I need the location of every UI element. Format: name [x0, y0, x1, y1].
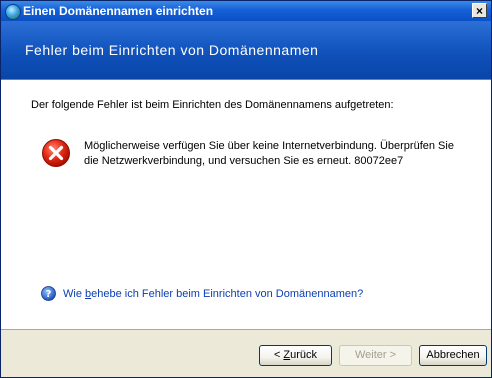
page-title: Fehler beim Einrichten von Domänennamen	[25, 42, 319, 58]
svg-text:?: ?	[46, 289, 52, 300]
intro-text: Der folgende Fehler ist beim Einrichten …	[31, 99, 394, 111]
setup-domain-dialog: Einen Domänennamen einrichten × Fehler b…	[0, 0, 492, 378]
content-area: Der folgende Fehler ist beim Einrichten …	[1, 80, 491, 329]
help-link[interactable]: Wie behebe ich Fehler beim Einrichten vo…	[63, 288, 363, 300]
help-link-rest: ehebe ich Fehler beim Einrichten von Dom…	[91, 288, 364, 300]
title-bar[interactable]: Einen Domänennamen einrichten ×	[1, 1, 491, 21]
window-title: Einen Domänennamen einrichten	[23, 4, 214, 18]
cancel-button[interactable]: Abbrechen	[419, 345, 487, 366]
button-bar: < Zurück Weiter > Abbrechen	[1, 329, 491, 377]
help-link-prefix: Wie	[63, 288, 85, 300]
error-message: Möglicherweise verfügen Sie über keine I…	[84, 140, 454, 167]
next-button[interactable]: Weiter >	[339, 345, 412, 366]
help-icon[interactable]: ?	[41, 286, 56, 301]
header-banner: Fehler beim Einrichten von Domänennamen	[1, 21, 491, 80]
close-button[interactable]: ×	[472, 3, 487, 18]
error-icon	[42, 139, 70, 167]
back-prefix: <	[273, 349, 284, 361]
back-rest: urück	[290, 349, 318, 361]
back-button[interactable]: < Zurück	[259, 345, 332, 366]
globe-icon	[5, 4, 21, 20]
